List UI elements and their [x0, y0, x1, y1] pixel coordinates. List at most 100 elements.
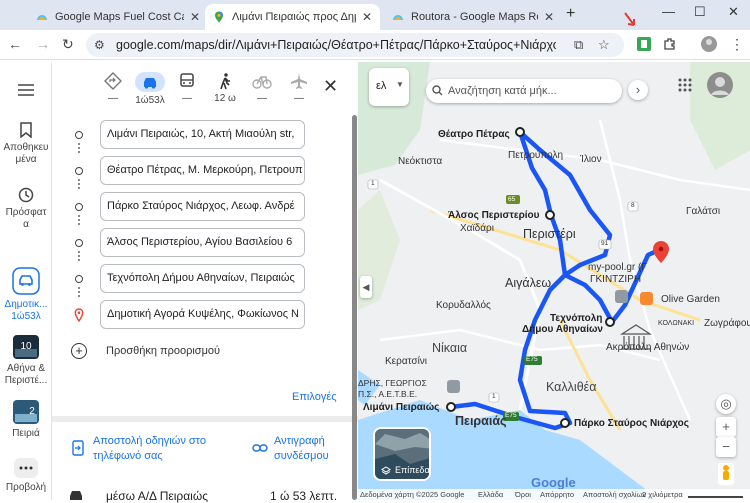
stop-input[interactable]: Λιμάνι Πειραιώς, 10, Ακτή Μιαούλη str, [100, 120, 305, 149]
map-label: Πειραιάς [455, 414, 507, 428]
route-via[interactable]: μέσω Α/Δ Πειραιώς [106, 489, 208, 503]
mode-flight[interactable]: — [282, 70, 316, 104]
country-link[interactable]: Ελλάδα [478, 490, 503, 499]
feedback-link[interactable]: Αποστολή σχολίων [583, 490, 646, 499]
map-label: ΔΡΗΣ, ΓΕΩΡΓΙΟΣ [358, 378, 427, 388]
map-label: Ίλιον [580, 154, 602, 165]
site-info-icon[interactable]: ⚙ [94, 38, 105, 52]
map-label: Κερατσίνι [385, 356, 428, 367]
browser-tab[interactable]: Google Maps Fuel Cost Calculat ✕ [28, 4, 208, 30]
road-shield: 65 [508, 196, 516, 203]
tab-close-icon[interactable]: ✕ [362, 10, 372, 24]
terms-link[interactable]: Όροι [515, 490, 531, 499]
profile-avatar[interactable] [701, 36, 717, 52]
map-data-attribution: Δεδομένα χάρτη ©2025 Google [360, 490, 465, 499]
routora-extension-icon[interactable] [637, 37, 651, 51]
stop-marker [75, 239, 83, 247]
maximize-icon[interactable]: ☐ [694, 4, 706, 20]
map-label[interactable]: Πάρκο Σταύρος Νιάρχος [574, 418, 689, 429]
stop-connector [78, 179, 80, 189]
send-to-phone-icon [72, 440, 84, 456]
trip-label: Πειριά [12, 428, 40, 439]
map-label[interactable]: Λιμάνι Πειραιώς [363, 402, 439, 413]
back-icon[interactable]: ← [8, 36, 22, 52]
forward-icon[interactable]: → [36, 36, 50, 52]
map-label: Περιστέρι [523, 227, 576, 241]
stop-connector [78, 143, 80, 153]
stop-input[interactable]: Τεχνόπολη Δήμου Αθηναίων, Πειραιώς [100, 264, 305, 293]
privacy-link[interactable]: Απόρρητο [540, 490, 574, 499]
pegman-icon[interactable] [718, 463, 734, 485]
browser-tab[interactable]: Routora - Google Maps Route O ✕ [384, 4, 562, 30]
map-label: Πετρούπολη [508, 150, 564, 161]
browser-tab-active[interactable]: Λιμάνι Πειραιώς προς Δημοτικ ✕ [205, 4, 380, 30]
zoom-out-icon[interactable]: − [716, 437, 736, 457]
saved-trip-button[interactable]: 10 Αθήνα & Περιστέ... [0, 335, 52, 387]
mode-walking[interactable]: 12 ω [208, 70, 242, 104]
search-along-route-input[interactable]: Αναζήτηση κατά μήκ... [426, 79, 622, 103]
add-destination-button[interactable]: Προσθήκη προορισμού [106, 345, 220, 357]
layers-label: Επίπεδα [395, 465, 430, 475]
panel-scrollbar[interactable] [352, 115, 357, 500]
account-avatar[interactable] [707, 72, 733, 98]
map-label: ΓΚΙΝΤΖΙΡΗ [590, 274, 642, 285]
svg-text:10: 10 [20, 341, 32, 352]
route-label: Δημοτικ... [4, 299, 48, 310]
stop-input[interactable]: Δημοτική Αγορά Κυψέλης, Φωκίωνος Ν [100, 300, 305, 329]
map-label[interactable]: Δήμου Αθηναίων [522, 324, 603, 335]
collapse-panel-icon[interactable]: ◀ [360, 276, 372, 298]
saved-trip-button[interactable]: 2 Πειριά [0, 400, 52, 440]
reload-icon[interactable]: ↻ [62, 36, 74, 53]
stop-input[interactable]: Θέατρο Πέτρας, Μ. Μερκούρη, Πετρουπ [100, 156, 305, 185]
google-maps-favicon-icon [215, 11, 223, 23]
chevron-right-icon[interactable]: › [628, 80, 648, 100]
stop-marker [75, 275, 83, 283]
hamburger-menu-icon[interactable] [0, 84, 52, 100]
add-destination-icon[interactable]: + [71, 343, 87, 359]
red-arrow-annotation-icon [624, 12, 635, 26]
map-label[interactable]: Θέατρο Πέτρας [438, 129, 510, 140]
send-directions-button[interactable]: Αποστολή οδηγιών στο τηλέφωνό σας [93, 434, 206, 464]
road-shield: 91 [601, 240, 609, 247]
zoom-in-icon[interactable]: + [716, 417, 736, 437]
my-location-icon[interactable]: ◎ [716, 394, 736, 414]
stop-marker [75, 167, 83, 175]
map-footer: Δεδομένα χάρτη ©2025 Google Ελλάδα Όροι … [358, 489, 750, 500]
map-label[interactable]: Τεχνόπολη [550, 313, 602, 324]
map-label: Olive Garden [661, 294, 720, 305]
mode-cycling[interactable]: — [245, 70, 279, 104]
svg-text:2: 2 [29, 406, 35, 417]
map-label: Χαϊδάρι [460, 223, 494, 234]
airplane-icon [291, 73, 307, 89]
current-route-button[interactable]: Δημοτικ... 1ώ53λ [0, 267, 52, 323]
more-button[interactable]: Προβολή [0, 458, 52, 494]
mode-driving[interactable]: 1ώ53λ [133, 70, 167, 106]
options-button[interactable]: Επιλογές [292, 391, 337, 403]
car-icon [12, 267, 40, 295]
layers-button[interactable]: Επίπεδα [373, 427, 431, 481]
apps-grid-icon[interactable] [678, 78, 692, 92]
stop-input[interactable]: Άλσος Περιστερίου, Αγίου Βασιλείου 6 [100, 228, 305, 257]
road-shield: E75 [526, 356, 538, 363]
bookmark-star-icon[interactable]: ☆ [598, 37, 610, 53]
copy-link-button[interactable]: Αντιγραφή συνδέσμου [274, 434, 329, 464]
address-bar[interactable]: ⚙ google.com/maps/dir/Λιμάνι+Πειραιώς/Θέ… [86, 33, 624, 57]
recent-button[interactable]: Πρόσφατ α [0, 187, 52, 231]
language-selector[interactable]: ελ ▼ [369, 68, 409, 106]
cast-icon[interactable]: ⧉ [574, 37, 583, 53]
mode-best[interactable]: — [96, 70, 130, 104]
minimize-icon[interactable]: — [662, 4, 675, 19]
extensions-puzzle-icon[interactable] [663, 37, 677, 51]
map-label: Νίκαια [432, 341, 468, 355]
map-label[interactable]: Άλσος Περιστερίου [448, 210, 539, 221]
chevron-down-icon: ▼ [396, 80, 404, 89]
saved-button[interactable]: Αποθηκευ μένα [0, 122, 52, 166]
new-tab-icon[interactable]: + [566, 5, 575, 23]
tab-close-icon[interactable]: ✕ [544, 10, 554, 24]
close-directions-icon[interactable]: ✕ [323, 76, 338, 97]
tab-close-icon[interactable]: ✕ [190, 10, 200, 24]
window-close-icon[interactable]: ✕ [728, 4, 739, 20]
mode-transit[interactable]: — [170, 70, 204, 104]
stop-input[interactable]: Πάρκο Σταύρος Νιάρχος, Λεωφ. Ανδρέ [100, 192, 305, 221]
browser-menu-icon[interactable]: ⋮ [730, 36, 744, 53]
